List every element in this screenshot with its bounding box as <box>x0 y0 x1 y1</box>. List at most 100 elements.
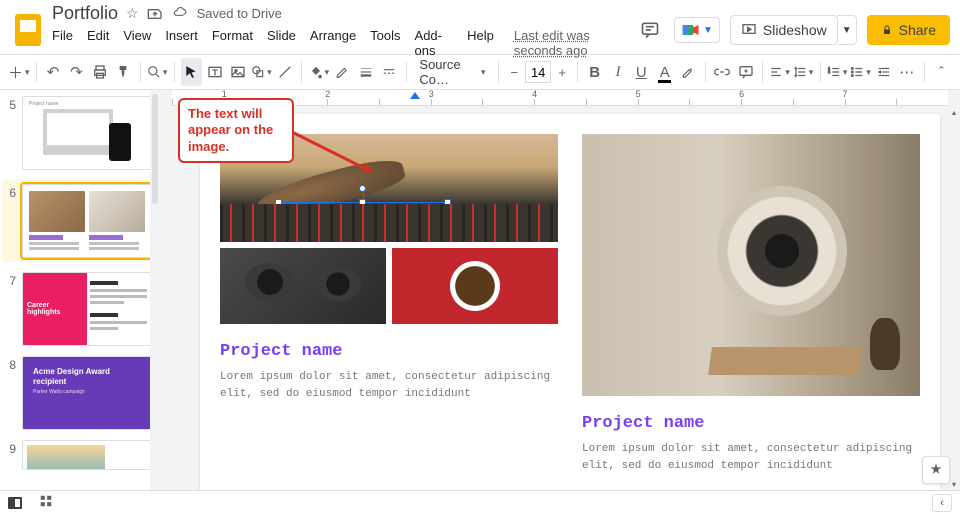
menu-slide[interactable]: Slide <box>267 28 296 58</box>
doc-title[interactable]: Portfolio <box>52 3 118 24</box>
font-size-plus[interactable]: + <box>553 61 571 83</box>
italic-button[interactable]: I <box>607 58 628 86</box>
annotation-text: The text will appear on the image. <box>188 106 284 155</box>
bottom-bar: ‹ <box>0 490 960 514</box>
autofit-icon[interactable]: ⇳ <box>249 208 273 232</box>
filmstrip-scrollbar[interactable] <box>150 90 160 490</box>
image-tool[interactable] <box>227 58 248 86</box>
comments-icon[interactable] <box>636 16 664 44</box>
slideshow-button[interactable]: Slideshow <box>730 15 838 45</box>
menu-tools[interactable]: Tools <box>370 28 400 58</box>
grid-view-icon[interactable] <box>38 494 56 512</box>
textbox-content[interactable]: Text over image <box>287 207 386 221</box>
save-status: Saved to Drive <box>197 6 282 21</box>
project-title[interactable]: Project name <box>582 414 920 433</box>
meet-button[interactable]: ▼ <box>674 17 720 43</box>
move-icon[interactable] <box>147 5 163 21</box>
font-size-input[interactable] <box>525 61 551 83</box>
project-desc[interactable]: Lorem ipsum dolor sit amet, consectetur … <box>220 369 558 402</box>
paint-format-button[interactable] <box>112 58 133 86</box>
chevron-down-icon: ▼ <box>842 25 852 36</box>
collapse-filmstrip-button[interactable]: ‹ <box>932 494 952 512</box>
resize-handle[interactable] <box>275 234 282 241</box>
resize-handle[interactable] <box>275 216 282 223</box>
indent-marker-icon[interactable] <box>410 92 420 99</box>
insert-comment-button[interactable] <box>735 58 756 86</box>
menu-edit[interactable]: Edit <box>87 28 109 58</box>
project-title[interactable]: Project name <box>220 342 558 361</box>
main-area: 5 Project name 6 7 Career highlights 8 A… <box>0 90 960 490</box>
bold-button[interactable]: B <box>584 58 605 86</box>
line-spacing-button[interactable] <box>792 58 813 86</box>
menu-file[interactable]: File <box>52 28 73 58</box>
explore-button[interactable] <box>922 456 950 484</box>
star-icon[interactable]: ☆ <box>126 5 139 22</box>
more-tools-button[interactable]: ⋯ <box>897 58 918 86</box>
align-button[interactable] <box>769 58 790 86</box>
cloud-saved-icon[interactable] <box>171 6 189 20</box>
border-color-button[interactable] <box>332 58 353 86</box>
redo-button[interactable]: ↷ <box>66 58 87 86</box>
slide-thumb-5[interactable]: Project name <box>22 96 152 170</box>
font-size-stepper: − + <box>505 61 571 83</box>
resize-handle[interactable] <box>444 216 451 223</box>
new-slide-button[interactable]: ＋ <box>8 58 30 86</box>
bullet-list-button[interactable] <box>850 58 871 86</box>
last-edit-link[interactable]: Last edit was seconds ago <box>514 28 636 58</box>
project-image-main[interactable] <box>582 134 920 396</box>
slides-logo[interactable] <box>10 12 46 48</box>
textbox-tool[interactable] <box>204 58 225 86</box>
slideshow-label: Slideshow <box>763 22 827 38</box>
app-header: Portfolio ☆ Saved to Drive File Edit Vie… <box>0 0 960 54</box>
rotate-handle[interactable] <box>359 185 366 192</box>
fill-color-button[interactable] <box>308 58 329 86</box>
share-button[interactable]: Share <box>867 15 950 45</box>
border-weight-button[interactable] <box>355 58 376 86</box>
menu-format[interactable]: Format <box>212 28 253 58</box>
slide-thumb-7[interactable]: Career highlights <box>22 272 152 346</box>
canvas[interactable]: 1234567 The text will appear on the imag… <box>160 90 960 490</box>
text-color-button[interactable]: A <box>654 58 675 86</box>
font-size-minus[interactable]: − <box>505 61 523 83</box>
slideshow-menu-button[interactable]: ▼ <box>838 15 857 45</box>
line-tool[interactable] <box>274 58 295 86</box>
select-tool[interactable] <box>181 58 202 86</box>
undo-button[interactable]: ↶ <box>42 58 63 86</box>
hide-menus-button[interactable]: ˆ <box>931 58 952 86</box>
slide-thumb-9[interactable] <box>22 440 152 470</box>
menu-arrange[interactable]: Arrange <box>310 28 356 58</box>
resize-handle[interactable] <box>359 234 366 241</box>
canvas-scrollbar[interactable]: ▴▾ <box>948 106 960 490</box>
zoom-button[interactable] <box>147 58 168 86</box>
thumb-number: 5 <box>4 96 16 170</box>
menu-insert[interactable]: Insert <box>165 28 198 58</box>
indent-decrease-button[interactable] <box>873 58 894 86</box>
thumb-title: Acme Design Award recipient <box>33 367 141 386</box>
project-image-small[interactable] <box>220 248 386 324</box>
menu-help[interactable]: Help <box>467 28 494 58</box>
selected-textbox[interactable]: ⇳ Text over image <box>278 202 448 238</box>
slide-thumb-6[interactable] <box>22 184 152 258</box>
numbered-list-button[interactable]: 12 <box>826 58 847 86</box>
font-family-select[interactable]: Source Co… <box>412 54 492 90</box>
annotation-callout: The text will appear on the image. <box>178 98 294 163</box>
border-dash-button[interactable] <box>378 58 399 86</box>
resize-handle[interactable] <box>444 234 451 241</box>
thumb-number: 9 <box>4 440 16 470</box>
resize-handle[interactable] <box>444 199 451 206</box>
filmstrip-view-icon[interactable] <box>8 497 22 509</box>
highlight-color-button[interactable] <box>677 58 698 86</box>
resize-handle[interactable] <box>275 199 282 206</box>
resize-handle[interactable] <box>359 199 366 206</box>
insert-link-button[interactable] <box>712 58 733 86</box>
shape-tool[interactable] <box>251 58 272 86</box>
print-button[interactable] <box>89 58 110 86</box>
underline-button[interactable]: U <box>631 58 652 86</box>
menu-view[interactable]: View <box>123 28 151 58</box>
slide-thumb-8[interactable]: Acme Design Award recipient Parker Watts… <box>22 356 152 430</box>
project-image-small[interactable] <box>392 248 558 324</box>
menu-bar: File Edit View Insert Format Slide Arran… <box>52 28 636 58</box>
menu-addons[interactable]: Add-ons <box>415 28 454 58</box>
project-desc[interactable]: Lorem ipsum dolor sit amet, consectetur … <box>582 441 920 474</box>
filmstrip[interactable]: 5 Project name 6 7 Career highlights 8 A… <box>0 90 160 490</box>
